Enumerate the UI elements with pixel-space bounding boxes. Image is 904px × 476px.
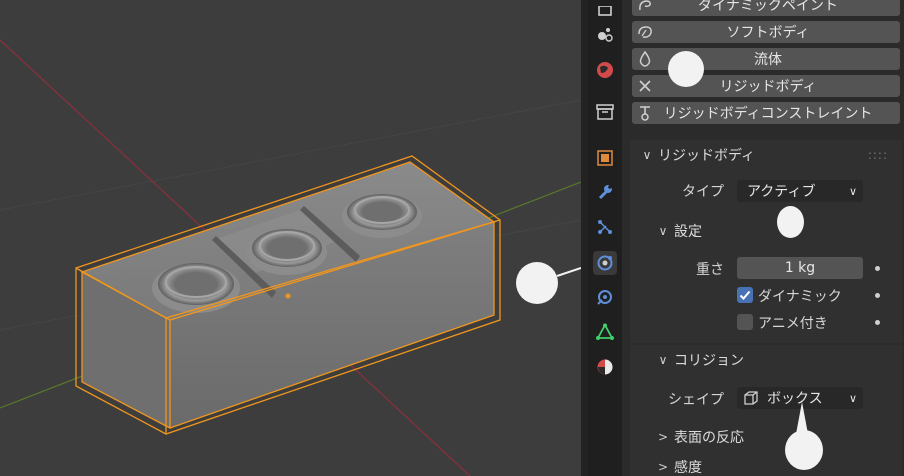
keyframe-dot-icon[interactable] bbox=[875, 320, 880, 325]
viewport-canvas bbox=[0, 39, 581, 476]
mass-label: 重さ bbox=[696, 262, 724, 278]
physics-properties-panel: ダイナミックペイント ソフトボディ 流体 リジッドボディ リジッドボディコンスト… bbox=[630, 0, 904, 476]
properties-scroll-gutter bbox=[622, 0, 630, 476]
close-x-icon[interactable] bbox=[632, 80, 658, 92]
chevron-down-icon: ∨ bbox=[658, 353, 668, 367]
tab-output[interactable] bbox=[593, 0, 617, 24]
annotation-pointer bbox=[556, 267, 581, 277]
fluid-drop-icon bbox=[632, 51, 658, 67]
chevron-down-icon: ∨ bbox=[848, 391, 857, 405]
soft-body-button[interactable]: ソフトボディ bbox=[632, 21, 900, 43]
collection-box-icon bbox=[596, 104, 614, 120]
animated-checkbox[interactable] bbox=[737, 314, 753, 330]
tab-constraints[interactable] bbox=[593, 285, 617, 309]
tab-collection[interactable] bbox=[593, 100, 617, 124]
tab-modifiers[interactable] bbox=[593, 180, 617, 204]
particles-icon bbox=[598, 28, 613, 42]
shape-label: シェイプ bbox=[668, 392, 724, 408]
object-square-icon bbox=[597, 150, 613, 166]
rigid-body-panel-header[interactable]: ∨ リジッドボディ :::: bbox=[630, 140, 902, 170]
particle-system-icon bbox=[598, 220, 612, 234]
annotation-marker bbox=[668, 51, 704, 87]
3d-viewport[interactable] bbox=[0, 0, 581, 476]
surface-response-subpanel-header[interactable]: > 表面の反応 bbox=[630, 422, 902, 452]
chevron-down-icon: ∨ bbox=[848, 184, 857, 198]
dynamic-paint-icon bbox=[632, 0, 658, 12]
grid-line bbox=[0, 99, 581, 211]
tab-world[interactable] bbox=[593, 58, 617, 82]
mass-field[interactable]: 1 kg bbox=[737, 257, 863, 279]
region-divider bbox=[581, 0, 588, 476]
chevron-down-icon: ∨ bbox=[642, 148, 652, 162]
keyframe-dot-icon[interactable] bbox=[875, 266, 880, 271]
tab-object[interactable] bbox=[593, 146, 617, 170]
animated-label: アニメ付き bbox=[758, 316, 828, 332]
type-dropdown[interactable]: アクティブ ∨ bbox=[737, 180, 863, 202]
panel-title: リジッドボディ bbox=[658, 148, 756, 164]
soft-body-icon bbox=[632, 24, 658, 40]
tab-particles-system[interactable] bbox=[593, 215, 617, 239]
tab-data[interactable] bbox=[593, 320, 617, 344]
world-icon bbox=[597, 62, 613, 78]
constraint-icon bbox=[632, 105, 658, 121]
constraint-chain-icon bbox=[597, 290, 612, 305]
type-label: タイプ bbox=[682, 184, 724, 200]
drag-handle-icon[interactable]: :::: bbox=[868, 148, 888, 162]
annotation-pointer bbox=[796, 402, 808, 434]
rigid-body-constraint-button[interactable]: リジッドボディコンストレイント bbox=[632, 102, 900, 124]
brick-object bbox=[82, 162, 494, 428]
chevron-right-icon: > bbox=[657, 430, 669, 444]
tab-material[interactable] bbox=[593, 355, 617, 379]
material-sphere-icon bbox=[597, 359, 613, 375]
collisions-subpanel-header[interactable]: ∨ コリジョン bbox=[630, 345, 902, 375]
dynamic-paint-button[interactable]: ダイナミックペイント bbox=[632, 0, 900, 16]
wrench-icon bbox=[598, 185, 612, 200]
annotation-marker bbox=[516, 262, 558, 304]
tab-physics[interactable] bbox=[593, 251, 617, 275]
tab-particles[interactable] bbox=[593, 22, 617, 46]
dynamic-checkbox[interactable] bbox=[737, 287, 753, 303]
checkmark-icon bbox=[739, 290, 751, 300]
properties-tab-strip bbox=[588, 0, 622, 476]
chevron-right-icon: > bbox=[657, 460, 669, 474]
annotation-marker bbox=[777, 206, 804, 238]
mesh-data-icon bbox=[596, 323, 614, 340]
keyframe-dot-icon[interactable] bbox=[875, 293, 880, 298]
settings-subpanel-header[interactable]: ∨ 設定 bbox=[630, 216, 902, 246]
dynamic-label: ダイナミック bbox=[758, 289, 842, 305]
physics-orbit-icon bbox=[597, 255, 613, 271]
annotation-marker bbox=[785, 430, 823, 470]
box-shape-icon bbox=[743, 390, 761, 406]
chevron-down-icon: ∨ bbox=[658, 224, 668, 238]
sensitivity-subpanel-header[interactable]: > 感度 bbox=[630, 452, 902, 476]
